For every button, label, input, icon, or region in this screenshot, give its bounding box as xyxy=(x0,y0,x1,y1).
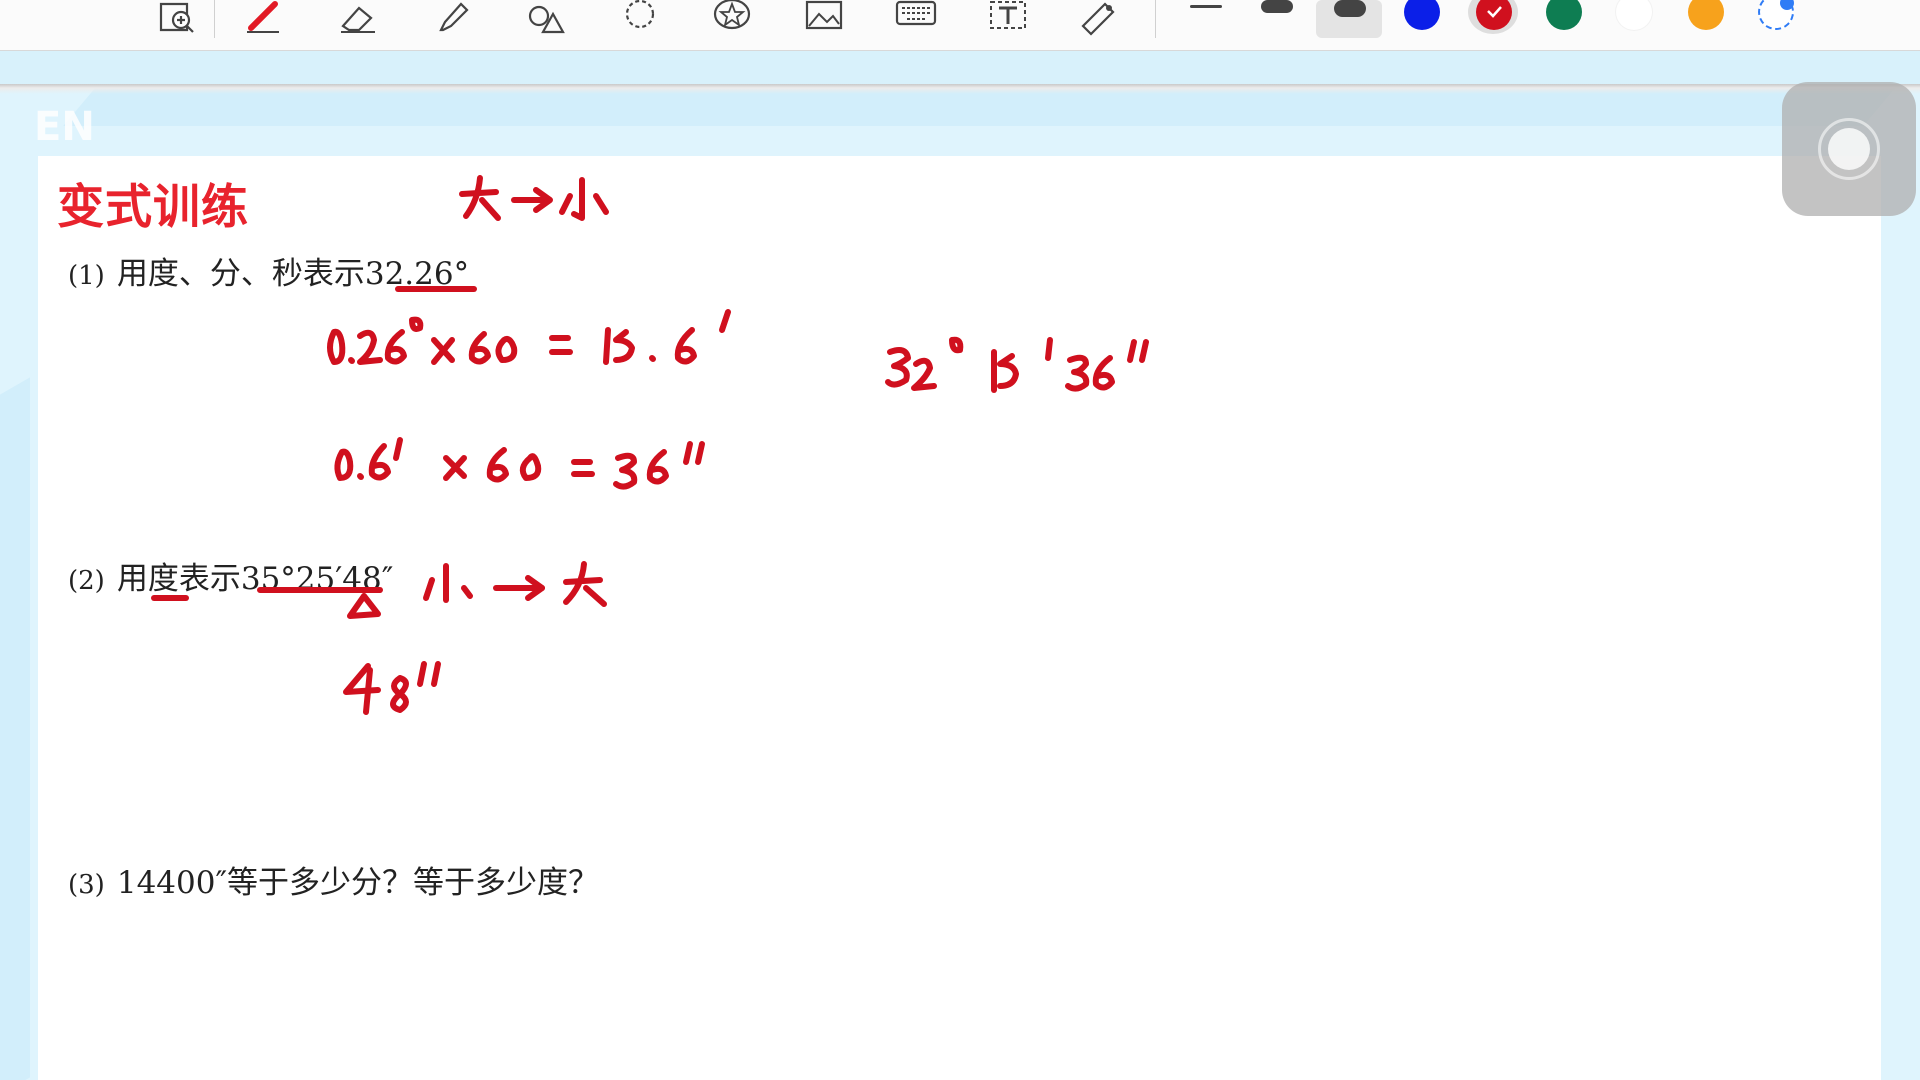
lasso-tool-button[interactable] xyxy=(612,0,668,38)
checkmark-icon xyxy=(1487,6,1502,18)
question-2: (2) 用度表示35°25′48″ xyxy=(68,553,393,598)
highlighter-icon xyxy=(439,2,469,32)
floating-assistive-button[interactable] xyxy=(1782,82,1916,216)
toolbar-divider xyxy=(1155,0,1156,38)
sticker-tool-button[interactable] xyxy=(704,0,760,38)
shapes-tool-button[interactable] xyxy=(518,0,574,38)
question-text: 用度表示35°25′48″ xyxy=(116,561,394,597)
laser-pointer-icon xyxy=(1081,2,1115,36)
shapes-icon xyxy=(528,5,565,34)
question-text: 用度、分、秒表示32.26° xyxy=(116,256,470,292)
color-swatch-green[interactable] xyxy=(1546,0,1582,30)
line-width-thick-selected[interactable] xyxy=(1316,0,1382,38)
highlighter-tool-button[interactable] xyxy=(424,0,480,38)
eraser-tool-button[interactable] xyxy=(330,0,386,38)
sticker-star-icon xyxy=(713,0,751,30)
color-swatch-orange[interactable] xyxy=(1688,0,1724,30)
pen-tool-button[interactable] xyxy=(236,0,292,38)
toolbar-divider xyxy=(214,0,215,38)
question-text: 14400″等于多少分？等于多少度？ xyxy=(116,865,600,901)
image-tool-button[interactable] xyxy=(796,0,852,38)
line-width-medium[interactable] xyxy=(1261,0,1293,13)
color-swatch-blue[interactable] xyxy=(1404,0,1440,30)
question-number: (1) xyxy=(68,261,105,291)
keyboard-tool-button[interactable] xyxy=(888,0,944,38)
custom-color-button[interactable] xyxy=(1758,0,1794,30)
assistive-dot-icon xyxy=(1828,128,1870,170)
keyboard-icon xyxy=(895,0,937,26)
toolbar-shadow xyxy=(0,84,1920,94)
color-swatch-white[interactable] xyxy=(1616,0,1652,30)
question-number: (2) xyxy=(68,566,105,596)
toolbar xyxy=(0,0,1920,51)
pen-icon xyxy=(247,1,279,33)
question-1: (1) 用度、分、秒表示32.26° xyxy=(68,248,469,293)
text-tool-button[interactable] xyxy=(980,0,1036,38)
document-title: 变式训练 xyxy=(57,180,249,235)
document-page xyxy=(38,156,1881,1080)
lasso-icon xyxy=(625,0,655,29)
canvas-top-strip xyxy=(0,51,1920,84)
zoom-tool-button[interactable] xyxy=(150,0,206,38)
eraser-icon xyxy=(341,6,375,33)
line-width-thin[interactable] xyxy=(1190,5,1222,8)
color-swatch-red[interactable] xyxy=(1476,0,1512,30)
zoom-search-icon xyxy=(159,2,194,33)
text-box-icon xyxy=(990,1,1026,29)
question-number: (3) xyxy=(68,870,105,900)
image-icon xyxy=(805,0,843,30)
laser-pointer-tool-button[interactable] xyxy=(1070,0,1126,38)
question-3: (3) 14400″等于多少分？等于多少度？ xyxy=(68,857,599,902)
line-width-thick xyxy=(1334,0,1366,17)
add-color-icon xyxy=(1780,0,1794,10)
background-stripe xyxy=(0,377,30,1080)
